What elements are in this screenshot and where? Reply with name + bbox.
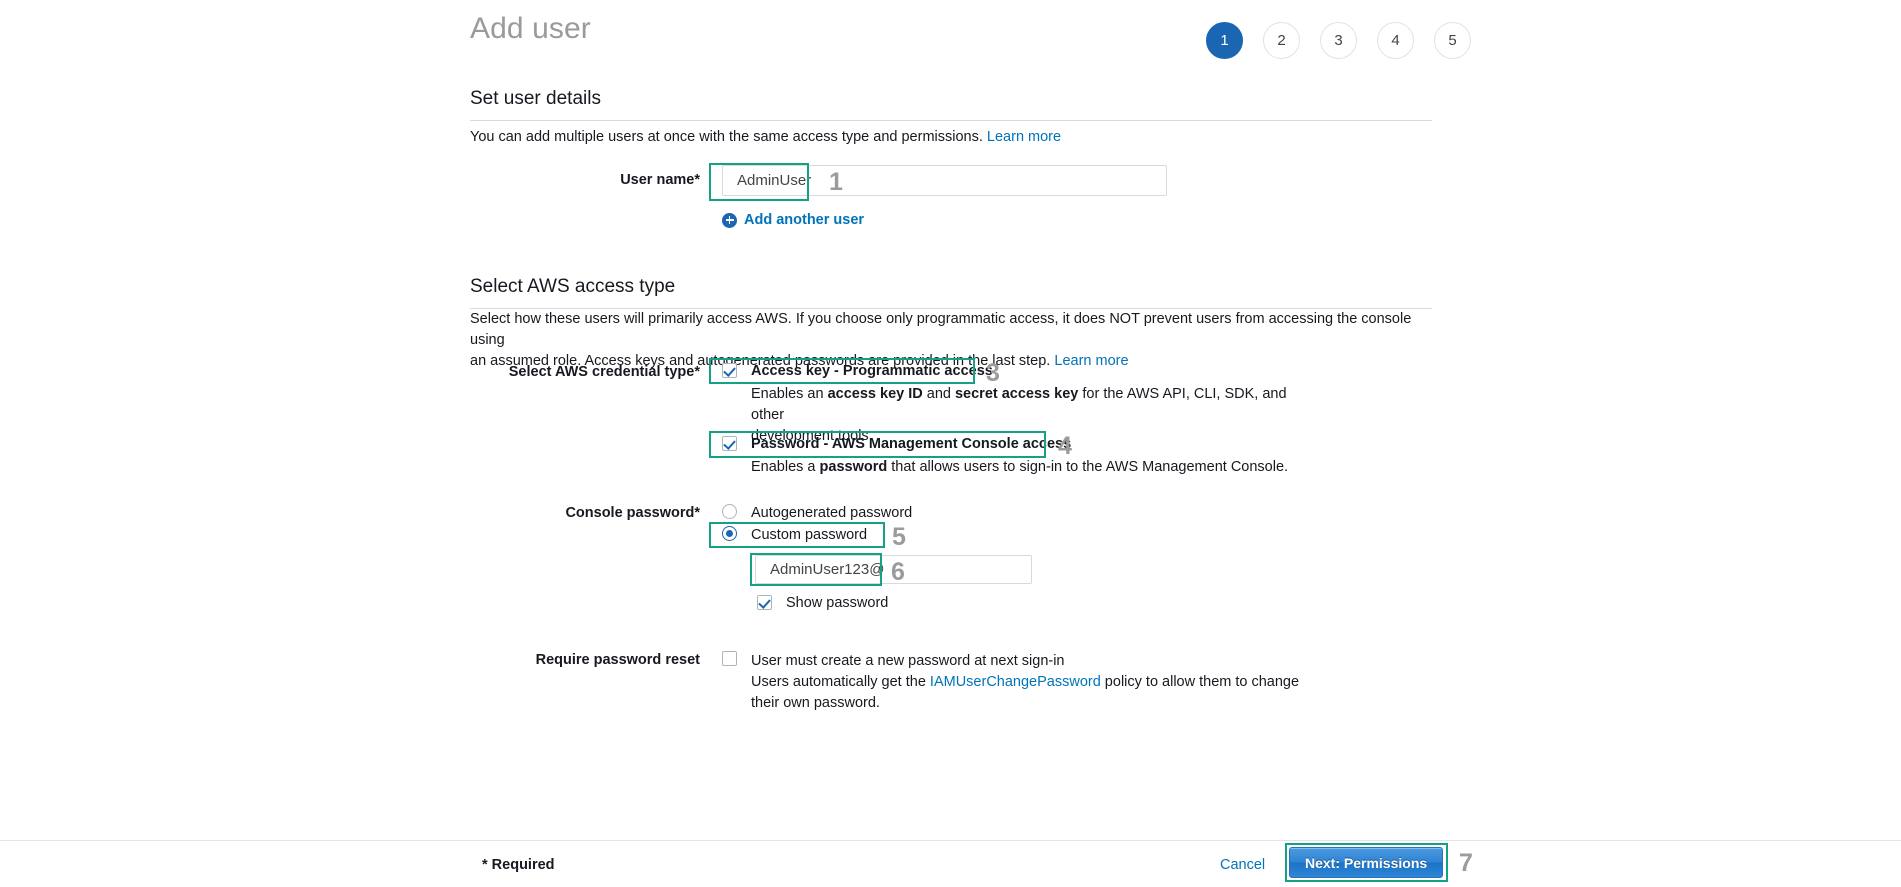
checkbox-require-password-reset[interactable] [722, 651, 737, 666]
credential-type-label: Select AWS credential type* [480, 364, 700, 380]
section-title-access-type: Select AWS access type [470, 276, 675, 298]
desc-password-bold: password [820, 459, 888, 475]
required-note: * Required [482, 857, 555, 873]
step-indicator-5[interactable]: 5 [1434, 22, 1471, 59]
desc-access-key-bold1: access key ID [828, 386, 923, 402]
desc-access-key-bold2: secret access key [955, 386, 1078, 402]
page-title: Add user [470, 12, 591, 46]
desc-password-console: Enables a password that allows users to … [751, 457, 1371, 478]
step-indicator-3[interactable]: 3 [1320, 22, 1357, 59]
require-reset-line1: User must create a new password at next … [751, 651, 1311, 672]
footer-divider [0, 840, 1901, 841]
add-user-page: Add user 1 2 3 4 5 Set user details You … [0, 0, 1901, 887]
label-autogenerated-password[interactable]: Autogenerated password [751, 505, 912, 521]
add-another-user-label: Add another user [744, 212, 864, 228]
annotation-number-7: 7 [1459, 851, 1473, 876]
divider-user-details [470, 120, 1432, 121]
cancel-button[interactable]: Cancel [1220, 857, 1265, 873]
username-label: User name* [570, 172, 700, 188]
desc-access-key-mid: and [923, 386, 955, 402]
require-password-reset-label: Require password reset [500, 652, 700, 668]
access-type-description-line1: Select how these users will primarily ac… [470, 309, 1435, 351]
label-password-console[interactable]: Password - AWS Management Console access [751, 436, 1071, 452]
checkbox-access-key-programmatic[interactable] [722, 363, 737, 378]
radio-custom-password[interactable] [722, 526, 737, 541]
next-permissions-button[interactable]: Next: Permissions [1289, 847, 1443, 878]
label-access-key-programmatic[interactable]: Access key - Programmatic access [751, 363, 993, 379]
section-title-user-details: Set user details [470, 88, 601, 110]
require-reset-line2-pre: Users automatically get the [751, 674, 930, 690]
require-reset-line2-post: policy to allow them to change [1101, 674, 1299, 690]
annotation-number-5: 5 [892, 525, 906, 550]
iam-user-change-password-link[interactable]: IAMUserChangePassword [930, 674, 1101, 690]
require-reset-line3: their own password. [751, 693, 1311, 714]
plus-circle-icon [722, 213, 737, 228]
step-indicator-4[interactable]: 4 [1377, 22, 1414, 59]
learn-more-link-access-type[interactable]: Learn more [1054, 353, 1128, 369]
checkbox-password-console[interactable] [722, 436, 737, 451]
desc-password-post: that allows users to sign-in to the AWS … [887, 459, 1288, 475]
desc-password-pre: Enables a [751, 459, 820, 475]
label-custom-password[interactable]: Custom password [751, 527, 867, 543]
username-input[interactable]: AdminUser [722, 165, 1167, 196]
desc-access-key-pre: Enables an [751, 386, 828, 402]
step-indicator: 1 2 3 4 5 [1206, 22, 1471, 59]
require-reset-line2: Users automatically get the IAMUserChang… [751, 672, 1311, 693]
step-indicator-2[interactable]: 2 [1263, 22, 1300, 59]
user-details-description-text: You can add multiple users at once with … [470, 129, 983, 145]
learn-more-link-user-details[interactable]: Learn more [987, 129, 1061, 145]
custom-password-input[interactable]: AdminUser123@ [755, 555, 1032, 584]
user-details-description: You can add multiple users at once with … [470, 127, 1435, 148]
step-indicator-1[interactable]: 1 [1206, 22, 1243, 59]
checkbox-show-password[interactable] [757, 595, 772, 610]
label-show-password[interactable]: Show password [786, 595, 888, 611]
desc-require-password-reset: User must create a new password at next … [751, 651, 1311, 714]
console-password-label: Console password* [500, 505, 700, 521]
add-another-user-button[interactable]: Add another user [722, 212, 864, 228]
radio-autogenerated-password[interactable] [722, 504, 737, 519]
